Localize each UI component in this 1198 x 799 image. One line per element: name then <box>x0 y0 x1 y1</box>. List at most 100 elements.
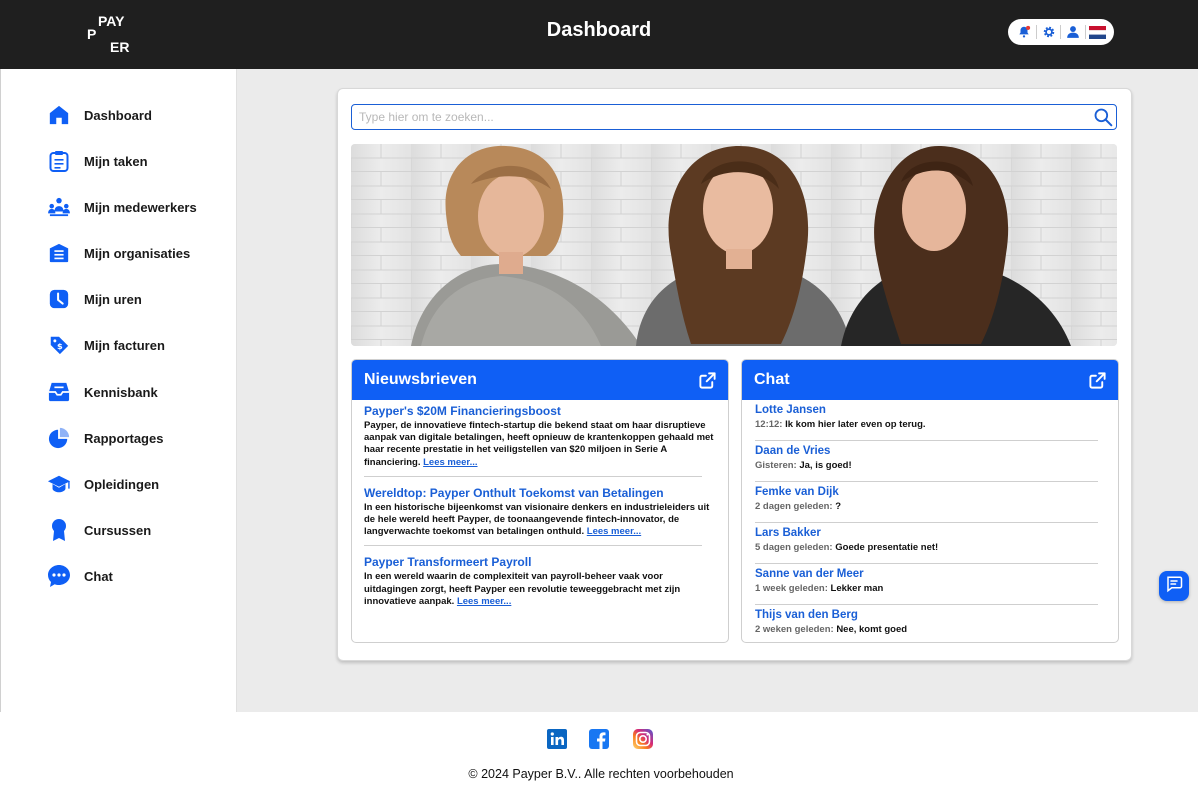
sidebar-item-label: Cursussen <box>84 522 152 538</box>
divider <box>364 545 702 547</box>
news-item-title[interactable]: Payper's $20M Financieringsboost <box>364 403 716 419</box>
dashboard-card: Nieuwsbrieven Payper's $20M Financiering… <box>337 88 1132 661</box>
chat-panel-header: Chat <box>742 360 1118 400</box>
header-actions <box>1008 19 1114 45</box>
chat-time: 12:12: <box>755 419 783 430</box>
search-icon[interactable] <box>1090 105 1116 129</box>
chat-contact-name[interactable]: Lotte Jansen <box>755 403 1106 418</box>
chat-contact-name[interactable]: Sanne van der Meer <box>755 567 1106 582</box>
chat-last-message: 2 weken geleden: Nee, komt goed <box>755 623 1106 636</box>
chat-item[interactable]: Lars Bakker 5 dagen geleden: Goede prese… <box>742 523 1118 563</box>
chat-item[interactable]: Daan de Vries Gisteren: Ja, is goed! <box>742 441 1118 481</box>
invoice-tag-icon: $ <box>47 333 71 357</box>
external-link-icon[interactable] <box>1087 370 1107 390</box>
facebook-icon[interactable] <box>589 729 609 749</box>
news-item: Wereldtop: Payper Onthult Toekomst van B… <box>352 482 728 539</box>
linkedin-icon[interactable] <box>547 729 567 749</box>
sidebar-item-kennisbank[interactable]: Kennisbank <box>47 380 158 404</box>
copyright-text: © 2024 Payper B.V.. Alle rechten voorbeh… <box>468 767 734 781</box>
award-icon <box>47 518 71 542</box>
news-panel-header: Nieuwsbrieven <box>352 360 728 400</box>
chat-message-text: Goede presentatie net! <box>835 542 939 553</box>
read-more-link[interactable]: Lees meer... <box>457 596 511 607</box>
sidebar-item-opleidingen[interactable]: Opleidingen <box>47 472 159 496</box>
chat-message-text: Ja, is goed! <box>799 460 852 471</box>
sidebar-item-mijn-taken[interactable]: Mijn taken <box>47 149 148 173</box>
chat-message-text: ? <box>835 501 842 512</box>
chat-item[interactable]: Lotte Jansen 12:12: Ik kom hier later ev… <box>742 400 1118 440</box>
chat-time: 1 week geleden: <box>755 583 828 594</box>
notification-icon[interactable] <box>1015 23 1033 41</box>
chat-panel: Chat Lotte Jansen 12:12: Ik kom hier lat… <box>741 359 1119 643</box>
inbox-icon <box>47 380 71 404</box>
sidebar-item-rapportages[interactable]: Rapportages <box>47 426 163 450</box>
chat-item[interactable]: Femke van Dijk 2 dagen geleden: ? <box>742 482 1118 522</box>
flag-nl-icon[interactable] <box>1089 23 1107 41</box>
chat-time: Gisteren: <box>755 460 797 471</box>
news-item: Payper's $20M Financieringsboost Payper,… <box>352 400 728 469</box>
main-content: Nieuwsbrieven Payper's $20M Financiering… <box>237 69 1198 712</box>
sidebar-item-label: Chat <box>84 568 113 584</box>
header-divider <box>1084 25 1086 39</box>
news-item-text: In een wereld waarin de complexiteit van… <box>364 571 681 607</box>
settings-icon[interactable] <box>1040 23 1058 41</box>
sidebar-item-label: Rapportages <box>84 430 164 446</box>
chat-last-message: 12:12: Ik kom hier later even op terug. <box>755 418 1106 431</box>
search-input[interactable] <box>352 105 1090 129</box>
news-item-body: In een wereld waarin de complexiteit van… <box>364 571 716 608</box>
sidebar-item-label: Mijn uren <box>84 291 142 307</box>
sidebar-item-label: Kennisbank <box>84 384 158 400</box>
chat-bubble-icon <box>47 564 71 588</box>
external-link-icon[interactable] <box>697 370 717 390</box>
team-icon <box>47 195 71 219</box>
chat-item[interactable]: Thijs van den Berg 2 weken geleden: Nee,… <box>742 605 1118 642</box>
sidebar-item-mijn-uren[interactable]: Mijn uren <box>47 287 142 311</box>
clipboard-icon <box>47 149 71 173</box>
chat-contact-name[interactable]: Thijs van den Berg <box>755 608 1106 623</box>
user-icon[interactable] <box>1064 23 1082 41</box>
news-item-body: Payper, de innovatieve fintech-startup d… <box>364 420 716 469</box>
chat-time: 5 dagen geleden: <box>755 542 833 553</box>
sidebar-item-label: Mijn organisaties <box>84 245 191 261</box>
footer: © 2024 Payper B.V.. Alle rechten voorbeh… <box>237 712 1198 799</box>
read-more-link[interactable]: Lees meer... <box>587 526 641 537</box>
chat-contact-name[interactable]: Lars Bakker <box>755 526 1106 541</box>
sidebar-item-label: Mijn facturen <box>84 337 165 353</box>
sidebar-item-mijn-medewerkers[interactable]: Mijn medewerkers <box>47 195 197 219</box>
news-panel: Nieuwsbrieven Payper's $20M Financiering… <box>351 359 729 643</box>
divider <box>364 475 702 477</box>
read-more-link[interactable]: Lees meer... <box>423 457 477 468</box>
chat-contact-name[interactable]: Daan de Vries <box>755 444 1106 459</box>
clock-icon <box>47 287 71 311</box>
chat-message-text: Nee, komt goed <box>836 624 908 635</box>
svg-text:$: $ <box>57 341 63 351</box>
chat-time: 2 dagen geleden: <box>755 501 833 512</box>
top-bar: P PAY ER Dashboard <box>0 0 1198 69</box>
chat-last-message: 2 dagen geleden: ? <box>755 500 1106 513</box>
hero-image <box>351 144 1117 346</box>
sidebar-item-label: Mijn taken <box>84 153 148 169</box>
building-icon <box>47 241 71 265</box>
sidebar-item-cursussen[interactable]: Cursussen <box>47 518 151 542</box>
chat-message-text: Ik kom hier later even op terug. <box>785 419 926 430</box>
chat-item[interactable]: Sanne van der Meer 1 week geleden: Lekke… <box>742 564 1118 604</box>
sidebar-item-label: Dashboard <box>84 107 152 123</box>
news-item-title[interactable]: Payper Transformeert Payroll <box>364 554 716 570</box>
sidebar-item-dashboard[interactable]: Dashboard <box>47 103 152 127</box>
news-item-title[interactable]: Wereldtop: Payper Onthult Toekomst van B… <box>364 485 716 501</box>
chat-contact-name[interactable]: Femke van Dijk <box>755 485 1106 500</box>
sidebar-item-mijn-organisaties[interactable]: Mijn organisaties <box>47 241 190 265</box>
instagram-icon[interactable] <box>633 729 653 749</box>
header-divider <box>1036 25 1038 39</box>
chat-time: 2 weken geleden: <box>755 624 834 635</box>
pie-chart-icon <box>47 426 71 450</box>
news-item-text: In een historische bijeenkomst van visio… <box>364 501 710 538</box>
home-icon <box>47 103 71 127</box>
search-bar <box>351 104 1117 130</box>
sidebar-item-chat[interactable]: Chat <box>47 564 113 588</box>
chat-last-message: 5 dagen geleden: Goede presentatie net! <box>755 541 1106 554</box>
sidebar-item-mijn-facturen[interactable]: $ Mijn facturen <box>47 333 165 357</box>
graduation-cap-icon <box>47 472 71 496</box>
news-item: Payper Transformeert Payroll In een were… <box>352 551 728 608</box>
chat-widget-button[interactable] <box>1159 571 1189 601</box>
